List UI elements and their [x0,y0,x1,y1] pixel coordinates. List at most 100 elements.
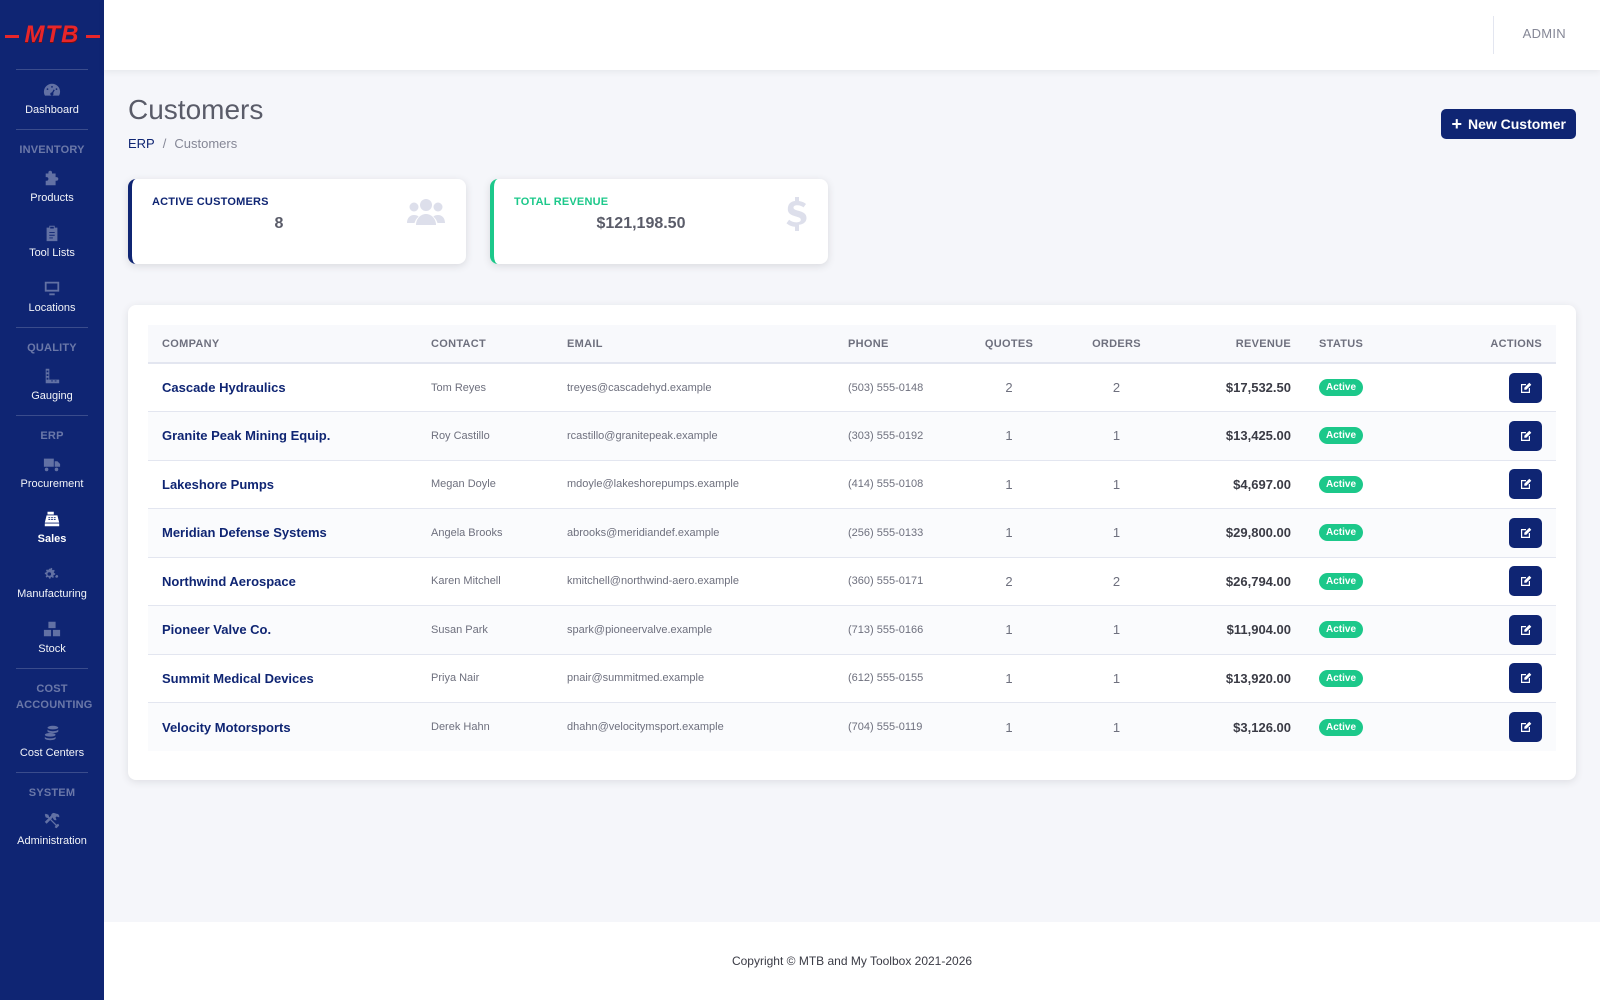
monitor-icon [43,278,61,298]
status-cell: Active [1305,654,1405,703]
revenue-cell: $26,794.00 [1174,557,1305,606]
card-label: ACTIVE CUSTOMERS [152,196,269,208]
company-link[interactable]: Northwind Aerospace [148,557,417,606]
column-header-email[interactable]: EMAIL [553,325,834,364]
nav-section-quality: QUALITY [16,327,88,356]
edit-button[interactable] [1509,517,1542,548]
contact-cell: Priya Nair [417,654,553,703]
edit-icon [1520,721,1531,732]
quotes-cell: 2 [959,363,1059,412]
sidebar-item-gauging[interactable]: Gauging [0,356,104,411]
table-row: Lakeshore Pumps Megan Doyle mdoyle@lakes… [148,460,1556,509]
nav-section-cost-accounting: COST ACCOUNTING [16,668,92,713]
edit-icon [1520,478,1531,490]
user-menu[interactable]: ADMIN [1523,26,1566,41]
edit-icon [1520,624,1531,635]
orders-cell: 1 [1059,508,1174,558]
column-header-company[interactable]: COMPANY [148,325,417,364]
quotes-cell: 1 [959,508,1059,558]
status-badge: Active [1319,718,1364,736]
sidebar-item-locations[interactable]: Locations [0,268,104,323]
sidebar-item-products[interactable]: Products [0,158,104,213]
sidebar-item-tool-lists[interactable]: Tool Lists [0,213,104,268]
column-header-revenue[interactable]: REVENUE [1174,325,1305,364]
edit-button[interactable] [1509,712,1542,742]
orders-cell: 2 [1059,363,1174,412]
copyright-text: Copyright © MTB and My Toolbox 2021-2026 [731,954,973,968]
edit-button[interactable] [1509,469,1542,500]
coins-icon [43,723,61,743]
edit-button[interactable] [1509,372,1542,403]
edit-icon [1520,527,1531,538]
breadcrumb-erp-link[interactable]: ERP [128,136,155,151]
sidebar-item-administration[interactable]: Administration [0,801,104,856]
status-cell: Active [1305,508,1405,558]
phone-cell: (256) 555-0133 [834,508,959,558]
app-logo[interactable]: MTB [4,0,100,70]
sidebar-item-label: Administration [17,834,87,847]
status-cell: Active [1305,363,1405,412]
status-cell: Active [1305,411,1405,461]
column-header-contact[interactable]: CONTACT [417,325,553,364]
phone-cell: (414) 555-0108 [834,460,959,509]
topbar-divider [1493,16,1494,54]
breadcrumb-separator: / [162,136,167,151]
status-badge: Active [1319,427,1364,445]
active-customers-card: ACTIVE CUSTOMERS 8 [128,179,466,264]
sidebar-item-dashboard[interactable]: Dashboard [0,70,104,125]
contact-cell: Derek Hahn [431,721,490,733]
sidebar-item-cost-centers[interactable]: Cost Centers [0,713,104,768]
company-link[interactable]: Velocity Motorsports [148,703,417,752]
edit-icon [1520,382,1531,393]
edit-icon [1520,672,1531,684]
column-header-phone[interactable]: PHONE [834,325,959,364]
status-cell: Active [1305,557,1405,606]
orders-cell: 1 [1059,605,1174,655]
company-link[interactable]: Granite Peak Mining Equip. [148,411,417,461]
edit-button[interactable] [1509,420,1542,451]
new-customer-button[interactable]: + New Customer [1441,109,1576,139]
edit-button[interactable] [1509,614,1542,645]
sidebar-item-manufacturing[interactable]: Manufacturing [0,554,104,609]
cogs-icon [43,564,61,584]
actions-cell [1405,557,1556,606]
quotes-cell: 1 [959,460,1059,509]
email-cell: spark@pioneervalve.example [553,605,834,655]
phone-cell: (704) 555-0119 [848,721,923,733]
company-link[interactable]: Pioneer Valve Co. [148,605,417,655]
edit-icon [1520,575,1531,587]
column-header-quotes[interactable]: QUOTES [959,325,1059,364]
sidebar-item-label: Gauging [31,389,73,402]
orders-cell: 2 [1059,557,1174,606]
dollar-icon [786,197,808,236]
sidebar-item-procurement[interactable]: Procurement [0,444,104,499]
column-header-orders[interactable]: ORDERS [1059,325,1174,364]
revenue-cell: $4,697.00 [1174,460,1305,509]
phone-cell: (360) 555-0171 [834,557,959,606]
contact-cell: Tom Reyes [417,363,553,412]
edit-button[interactable] [1509,566,1542,597]
status-badge: Active [1319,621,1364,639]
sidebar-item-label: Dashboard [25,103,79,116]
stats-cards: ACTIVE CUSTOMERS 8 TOTAL REVENUE $121,19… [128,179,828,264]
table-row: Cascade Hydraulics Tom Reyes treyes@casc… [148,363,1556,412]
breadcrumb: ERP / Customers [128,136,237,151]
sidebar-item-label: Cost Centers [19,746,85,759]
company-link[interactable]: Summit Medical Devices [148,654,417,703]
sidebar-item-label: Stock [38,642,66,655]
company-link[interactable]: Lakeshore Pumps [148,460,417,509]
card-value: $121,198.50 [596,215,686,232]
contact-cell: Susan Park [417,605,553,655]
sidebar-item-sales[interactable]: Sales [0,499,104,554]
sidebar-item-stock[interactable]: Stock [0,609,104,664]
nav-section-inventory: INVENTORY [16,129,88,158]
edit-button[interactable] [1509,663,1542,694]
sidebar-item-label: Products [30,191,74,204]
email-cell: treyes@cascadehyd.example [553,363,834,412]
column-header-status[interactable]: STATUS [1305,325,1405,364]
topbar: ADMIN [104,0,1600,70]
phone-cell: (503) 555-0148 [834,363,959,412]
boxes-icon [43,619,61,639]
company-link[interactable]: Cascade Hydraulics [148,363,417,412]
company-link[interactable]: Meridian Defense Systems [148,508,417,558]
